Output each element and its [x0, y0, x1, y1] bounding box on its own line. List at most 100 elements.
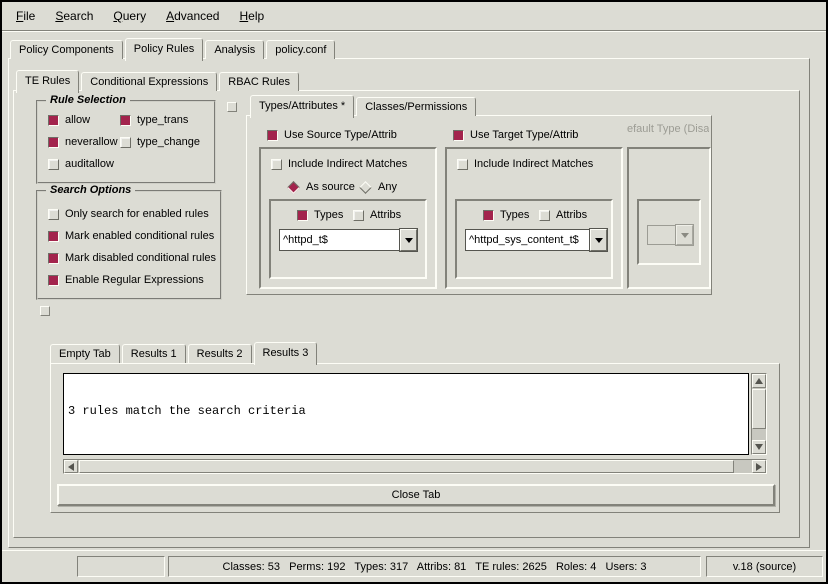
status-version-panel: v.18 (source)	[706, 556, 823, 577]
menu-help[interactable]: Help	[236, 7, 267, 25]
checkbox-target-types[interactable]: Types	[483, 209, 529, 221]
rules-tabs: TE Rules Conditional Expressions RBAC Ru…	[16, 68, 299, 91]
checkbox-indicator	[267, 130, 278, 141]
combo-dropdown-button[interactable]	[590, 229, 607, 251]
search-options-title: Search Options	[46, 184, 135, 196]
checkbox-source-indirect[interactable]: Include Indirect Matches	[271, 158, 407, 170]
criteria-tabs: Types/Attributes * Classes/Permissions	[250, 94, 476, 116]
scroll-right-button[interactable]	[752, 460, 766, 473]
chevron-down-icon	[681, 233, 689, 238]
checkbox-indicator	[539, 210, 550, 221]
results-hscrollbar[interactable]	[63, 459, 767, 474]
scroll-down-button[interactable]	[752, 440, 766, 454]
tab-empty-tab[interactable]: Empty Tab	[50, 344, 120, 363]
radio-indicator	[359, 181, 372, 194]
scroll-up-button[interactable]	[752, 374, 766, 388]
close-tab-button[interactable]: Close Tab	[57, 484, 775, 506]
status-stats: Classes: 53 Perms: 192 Types: 317 Attrib…	[223, 561, 647, 573]
checkbox-indicator	[483, 210, 494, 221]
tab-policy-rules[interactable]: Policy Rules	[125, 38, 204, 61]
checkbox-neverallow[interactable]: neverallow	[48, 136, 118, 148]
target-type-value[interactable]: ^httpd_sys_content_t$	[465, 229, 590, 251]
checkbox-source-attribs[interactable]: Attribs	[353, 209, 401, 221]
status-version: v.18 (source)	[733, 561, 796, 573]
tab-results-3[interactable]: Results 3	[254, 342, 318, 365]
checkbox-indicator	[457, 159, 468, 170]
tab-conditional-expressions[interactable]: Conditional Expressions	[81, 72, 217, 91]
checkbox-source-types[interactable]: Types	[297, 209, 343, 221]
source-type-combobox[interactable]: ^httpd_t$	[279, 229, 417, 251]
target-frame: Include Indirect Matches Types Attribs ^…	[445, 147, 623, 289]
checkbox-indicator	[48, 137, 59, 148]
checkbox-type-change[interactable]: type_change	[120, 136, 200, 148]
checkbox-auditallow[interactable]: auditallow	[48, 158, 114, 170]
checkbox-indicator	[353, 210, 364, 221]
rule-selection-group: Rule Selection allow type_trans neverall…	[36, 100, 216, 184]
results-summary: 3 rules match the search criteria	[68, 404, 744, 418]
tab-classes-permissions[interactable]: Classes/Permissions	[356, 97, 476, 116]
radio-as-source[interactable]: As source	[287, 181, 355, 193]
main-tabs: Policy Components Policy Rules Analysis …	[10, 36, 335, 59]
tab-policy-conf[interactable]: policy.conf	[266, 40, 335, 59]
apol-window: File Search Query Advanced Help Policy C…	[0, 0, 828, 584]
default-type-value	[647, 225, 676, 245]
arrow-up-icon	[755, 378, 763, 384]
scroll-left-button[interactable]	[64, 460, 78, 473]
chevron-down-icon	[595, 238, 603, 243]
tab-results-1[interactable]: Results 1	[122, 344, 186, 363]
tab-policy-components[interactable]: Policy Components	[10, 40, 123, 59]
checkbox-indicator	[48, 159, 59, 170]
checkbox-mark-enabled[interactable]: Mark enabled conditional rules	[48, 230, 214, 242]
radio-any[interactable]: Any	[359, 181, 397, 193]
checkbox-indicator	[48, 253, 59, 264]
checkbox-target-attribs[interactable]: Attribs	[539, 209, 587, 221]
horizontal-sash-handle[interactable]	[40, 306, 50, 316]
arrow-left-icon	[68, 463, 74, 471]
combo-dropdown-button[interactable]	[400, 229, 417, 251]
results-page: 3 rules match the search criteria (5822)…	[50, 363, 780, 513]
default-type-frame	[627, 147, 711, 289]
menu-search[interactable]: Search	[52, 7, 96, 25]
source-type-value[interactable]: ^httpd_t$	[279, 229, 400, 251]
vertical-sash-handle[interactable]	[227, 102, 237, 112]
combo-dropdown-button	[676, 225, 693, 245]
default-type-combobox	[647, 225, 693, 245]
checkbox-indicator	[120, 137, 131, 148]
tab-te-rules[interactable]: TE Rules	[16, 70, 79, 93]
search-options-group: Search Options Only search for enabled r…	[36, 190, 222, 300]
hscroll-thumb[interactable]	[79, 460, 734, 473]
checkbox-only-enabled[interactable]: Only search for enabled rules	[48, 208, 209, 220]
radio-indicator	[287, 181, 300, 194]
default-type-label: efault Type (Disa	[623, 123, 709, 135]
status-stats-panel: Classes: 53 Perms: 192 Types: 317 Attrib…	[168, 556, 701, 577]
checkbox-use-target[interactable]: Use Target Type/Attrib	[453, 129, 578, 141]
rule-selection-title: Rule Selection	[46, 94, 130, 106]
tab-results-2[interactable]: Results 2	[188, 344, 252, 363]
checkbox-mark-disabled[interactable]: Mark disabled conditional rules	[48, 252, 216, 264]
source-types-box: Types Attribs ^httpd_t$	[269, 199, 427, 279]
menu-file[interactable]: File	[13, 7, 38, 25]
checkbox-indicator	[453, 130, 464, 141]
results-textarea: 3 rules match the search criteria (5822)…	[63, 373, 749, 455]
vscroll-thumb[interactable]	[752, 389, 766, 429]
checkbox-indicator	[297, 210, 308, 221]
checkbox-indicator	[271, 159, 282, 170]
results-vscrollbar[interactable]	[751, 373, 767, 455]
checkbox-indicator	[48, 275, 59, 286]
checkbox-target-indirect[interactable]: Include Indirect Matches	[457, 158, 593, 170]
checkbox-allow[interactable]: allow	[48, 114, 90, 126]
target-types-box: Types Attribs ^httpd_sys_content_t$	[455, 199, 613, 279]
results-tabs: Empty Tab Results 1 Results 2 Results 3	[50, 340, 317, 363]
default-type-box	[637, 199, 701, 265]
tab-analysis[interactable]: Analysis	[205, 40, 264, 59]
checkbox-regex[interactable]: Enable Regular Expressions	[48, 274, 204, 286]
menu-query[interactable]: Query	[110, 7, 149, 25]
checkbox-type-trans[interactable]: type_trans	[120, 114, 188, 126]
menu-advanced[interactable]: Advanced	[163, 7, 222, 25]
types-attributes-page: Use Source Type/Attrib Include Indirect …	[246, 115, 712, 295]
tab-types-attributes[interactable]: Types/Attributes *	[250, 95, 354, 118]
checkbox-use-source[interactable]: Use Source Type/Attrib	[267, 129, 397, 141]
target-type-combobox[interactable]: ^httpd_sys_content_t$	[465, 229, 607, 251]
tab-rbac-rules[interactable]: RBAC Rules	[219, 72, 299, 91]
arrow-right-icon	[756, 463, 762, 471]
